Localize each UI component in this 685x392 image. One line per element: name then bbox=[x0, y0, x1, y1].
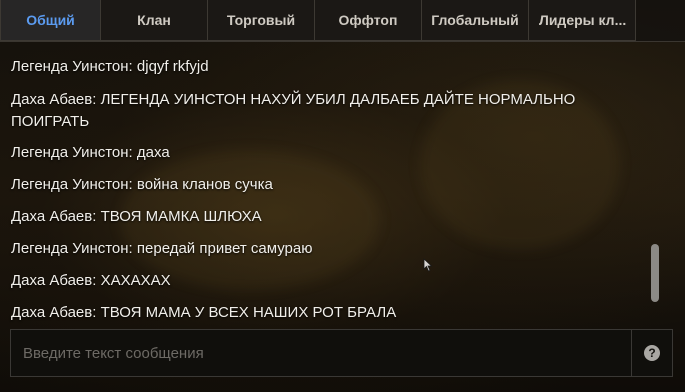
mouse-cursor-icon bbox=[423, 258, 433, 272]
question-mark-icon: ? bbox=[644, 345, 660, 361]
message-input-box: ? bbox=[10, 329, 673, 377]
tab-general[interactable]: Общий bbox=[0, 0, 101, 41]
channel-tab-bar: Общий Клан Торговый Оффтоп Глобальный Ли… bbox=[0, 0, 685, 42]
tab-global[interactable]: Глобальный bbox=[422, 0, 529, 41]
tab-offtopic[interactable]: Оффтоп bbox=[315, 0, 422, 41]
chat-message: Даха Абаев: ТВОЯ МАМКА ШЛЮХА bbox=[11, 208, 262, 225]
chat-message: Даха Абаев: ХАХАХАХ bbox=[11, 272, 171, 289]
message-list: Легенда Уинстон: djqyf rkfyjd Даха Абаев… bbox=[0, 42, 640, 326]
help-button[interactable]: ? bbox=[631, 330, 672, 376]
chat-message: Даха Абаев: ТВОЯ МАМА У ВСЕХ НАШИХ РОТ Б… bbox=[11, 304, 397, 321]
tab-clan-leaders[interactable]: Лидеры кл... bbox=[529, 0, 636, 41]
chat-message: Легенда Уинстон: даха bbox=[11, 144, 170, 161]
chat-message: Легенда Уинстон: война кланов сучка bbox=[11, 176, 273, 193]
chat-message: Даха Абаев: ЛЕГЕНДА УИНСТОН НАХУЙ УБИЛ Д… bbox=[11, 91, 576, 130]
tab-clan[interactable]: Клан bbox=[101, 0, 208, 41]
message-input[interactable] bbox=[11, 330, 631, 376]
chat-window: Общий Клан Торговый Оффтоп Глобальный Ли… bbox=[0, 0, 685, 392]
tab-trade[interactable]: Торговый bbox=[208, 0, 315, 41]
chat-message: Легенда Уинстон: передай привет самураю bbox=[11, 240, 313, 257]
scrollbar-thumb[interactable] bbox=[651, 244, 659, 302]
chat-message: Легенда Уинстон: djqyf rkfyjd bbox=[11, 58, 209, 75]
